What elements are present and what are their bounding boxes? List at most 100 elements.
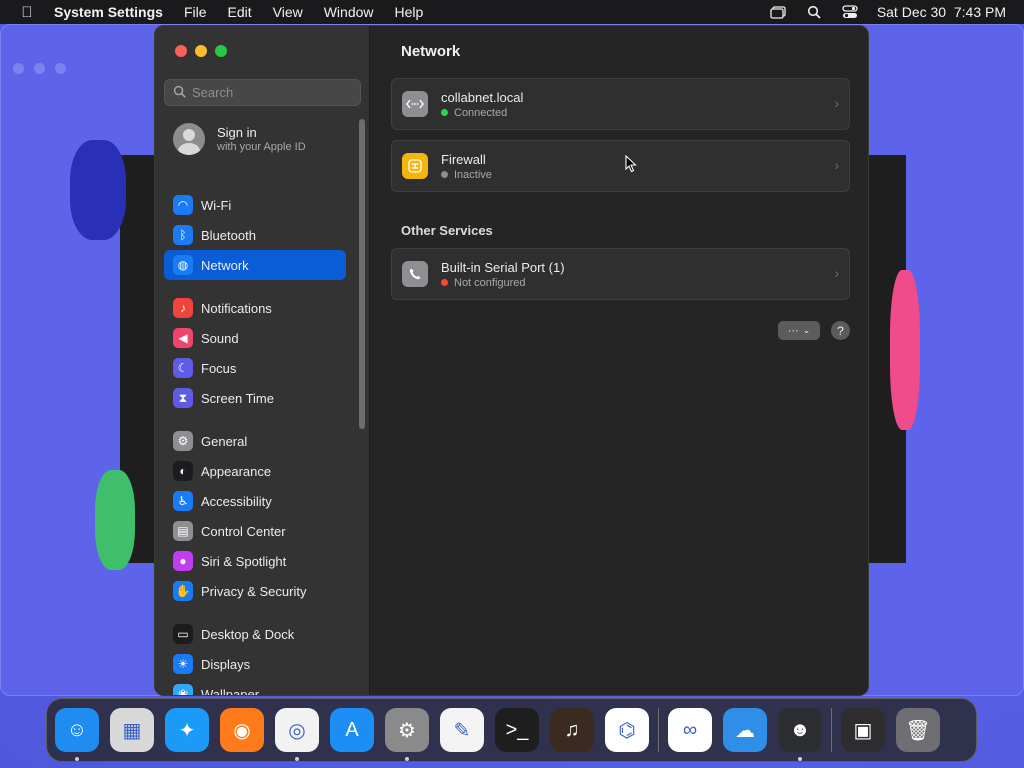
sidebar-item-label: Wi-Fi — [201, 197, 232, 213]
terminal-icon[interactable]: >_ — [495, 708, 539, 752]
service-status: Inactive — [454, 168, 492, 181]
app-store-icon[interactable]: A — [330, 708, 374, 752]
sidebar-item-label: Desktop & Dock — [201, 626, 295, 642]
service-row-vpn[interactable]: collabnet.local Connected › — [391, 78, 850, 130]
dock-icon: ▭ — [173, 624, 193, 644]
sidebar-item-general[interactable]: ⚙ General — [164, 426, 346, 456]
visual-studio-icon[interactable]: ∞ — [668, 708, 712, 752]
running-indicator — [798, 757, 802, 761]
menu-help[interactable]: Help — [395, 4, 424, 20]
apple-id-signin[interactable]: Sign in with your Apple ID — [173, 123, 306, 155]
launchpad-icon[interactable]: ▦ — [110, 708, 154, 752]
status-dot-connected — [441, 109, 448, 116]
help-button[interactable]: ? — [831, 321, 850, 340]
vscode-icon[interactable]: ⌬ — [605, 708, 649, 752]
service-status: Not configured — [454, 276, 526, 289]
hand-icon: ✋ — [173, 581, 193, 601]
sidebar-item-label: Notifications — [201, 300, 272, 316]
apple-menu-icon[interactable]:  — [18, 4, 36, 21]
vpn-icon — [402, 91, 428, 117]
sidebar-item-label: Bluetooth — [201, 227, 256, 243]
gear-icon: ⚙ — [173, 431, 193, 451]
screen-mirroring-icon[interactable] — [769, 5, 787, 19]
sun-icon: ☀ — [173, 654, 193, 674]
service-row-firewall[interactable]: Firewall Inactive › — [391, 140, 850, 192]
sidebar-item-network[interactable]: ◍ Network — [164, 250, 346, 280]
firefox-icon[interactable]: ◉ — [220, 708, 264, 752]
sidebar-item-label: Screen Time — [201, 390, 274, 406]
sidebar-item-screen-time[interactable]: ⧗ Screen Time — [164, 383, 346, 413]
status-dot-not-configured — [441, 279, 448, 286]
close-button[interactable] — [175, 45, 187, 57]
garageband-icon[interactable]: ♫ — [550, 708, 594, 752]
status-dot-inactive — [441, 171, 448, 178]
safari-icon[interactable]: ✦ — [165, 708, 209, 752]
search-input[interactable] — [192, 85, 352, 100]
wallpaper-character-left-lower — [95, 470, 135, 570]
sidebar-item-privacy-security[interactable]: ✋ Privacy & Security — [164, 576, 346, 606]
sidebar-item-siri-spotlight[interactable]: ● Siri & Spotlight — [164, 546, 346, 576]
globe-icon: ◍ — [173, 255, 193, 275]
sidebar-item-focus[interactable]: ☾ Focus — [164, 353, 346, 383]
sidebar-item-displays[interactable]: ☀ Displays — [164, 649, 346, 679]
control-center-icon: ▤ — [173, 521, 193, 541]
sidebar-item-control-center[interactable]: ▤ Control Center — [164, 516, 346, 546]
sidebar-item-sound[interactable]: ◀ Sound — [164, 323, 346, 353]
trash-icon[interactable]: 🗑 — [896, 708, 940, 752]
appearance-icon: ◐ — [173, 461, 193, 481]
running-indicator — [405, 757, 409, 761]
running-indicator — [75, 757, 79, 761]
minimize-button[interactable] — [195, 45, 207, 57]
sidebar-item-label: Wallpaper — [201, 686, 260, 696]
ellipsis-icon: ··· — [787, 324, 799, 337]
running-indicator — [295, 757, 299, 761]
service-status: Connected — [454, 106, 508, 119]
sidebar-item-bluetooth[interactable]: ᛒ Bluetooth — [164, 220, 346, 250]
sidebar-item-accessibility[interactable]: ♿ Accessibility — [164, 486, 346, 516]
menu-datetime[interactable]: Sat Dec 30 7:43 PM — [877, 4, 1006, 20]
control-center-icon[interactable] — [841, 5, 859, 19]
search-field[interactable] — [164, 79, 361, 106]
sidebar-item-label: Privacy & Security — [201, 583, 307, 599]
sidebar-item-label: Focus — [201, 360, 237, 376]
downloads-stack-icon[interactable]: ▣ — [841, 708, 885, 752]
sidebar-item-notifications[interactable]: ♪ Notifications — [164, 293, 346, 323]
service-row-serial-port[interactable]: Built-in Serial Port (1) Not configured … — [391, 248, 850, 300]
spotlight-search-icon[interactable] — [805, 5, 823, 19]
sidebar-item-desktop-dock[interactable]: ▭ Desktop & Dock — [164, 619, 346, 649]
sidebar-item-label: Appearance — [201, 463, 272, 479]
discord-icon[interactable]: ☻ — [778, 708, 822, 761]
finder-icon[interactable]: ☺ — [55, 708, 99, 761]
chevron-right-icon: › — [834, 95, 839, 111]
menu-app-name[interactable]: System Settings — [54, 4, 163, 20]
system-settings-icon[interactable]: ⚙ — [385, 708, 429, 761]
sidebar-item-wi-fi[interactable]: ◠ Wi-Fi — [164, 190, 346, 220]
window-controls — [175, 45, 227, 57]
bell-icon: ♪ — [173, 298, 193, 318]
sidebar-item-label: Control Center — [201, 523, 286, 539]
sidebar-item-wallpaper[interactable]: ❀ Wallpaper — [164, 679, 346, 696]
siri-icon: ● — [173, 551, 193, 571]
phone-icon — [402, 261, 428, 287]
more-actions-button[interactable]: ··· ⌄ — [778, 321, 820, 340]
menu-file[interactable]: File — [184, 4, 207, 20]
textedit-icon[interactable]: ✎ — [440, 708, 484, 752]
menu-view[interactable]: View — [273, 4, 303, 20]
weather-icon[interactable]: ☁ — [723, 708, 767, 752]
service-name: Built-in Serial Port (1) — [441, 259, 565, 275]
menu-window[interactable]: Window — [324, 4, 374, 20]
sidebar-item-appearance[interactable]: ◐ Appearance — [164, 456, 346, 486]
mouse-cursor-icon — [625, 154, 637, 178]
chevron-right-icon: › — [834, 265, 839, 281]
menu-edit[interactable]: Edit — [228, 4, 252, 20]
sidebar-item-label: Network — [201, 257, 249, 273]
zoom-button[interactable] — [215, 45, 227, 57]
sidebar-scrollbar[interactable] — [359, 119, 365, 429]
wallpaper-character-left — [70, 140, 126, 240]
wallpaper-character-right — [890, 270, 920, 430]
dock-separator — [658, 708, 659, 752]
chrome-icon[interactable]: ◎ — [275, 708, 319, 761]
service-name: collabnet.local — [441, 89, 524, 105]
sidebar-item-label: Siri & Spotlight — [201, 553, 287, 569]
avatar — [173, 123, 205, 155]
